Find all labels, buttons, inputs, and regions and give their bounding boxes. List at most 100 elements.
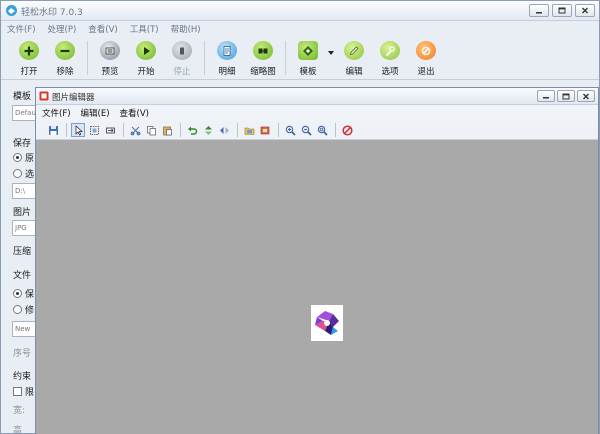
- exit-icon: [421, 46, 431, 55]
- undo-icon: [187, 126, 197, 135]
- rename-radio[interactable]: [13, 305, 22, 314]
- close-icon: [583, 93, 589, 99]
- toolbar-separator: [204, 41, 205, 75]
- pointer-tool-button[interactable]: [71, 123, 85, 137]
- edit-label: 编辑: [345, 67, 363, 77]
- save-choose-label: 选: [25, 170, 35, 180]
- app-title: 轻松水印 7.0.3: [21, 8, 83, 18]
- toolbar-separator: [66, 123, 67, 137]
- menu-help[interactable]: 帮助(H): [171, 23, 201, 35]
- flip-horizontal-button[interactable]: [217, 123, 231, 137]
- pointer-icon: [75, 124, 83, 135]
- image-editor-toolbar: [36, 121, 598, 140]
- remove-label: 移除: [56, 67, 74, 77]
- preview-label: 预览: [101, 67, 119, 77]
- image-editor-icon: [39, 91, 49, 101]
- save-original-label: 原: [25, 154, 35, 164]
- minimize-button[interactable]: [529, 4, 549, 17]
- delete-icon: [341, 124, 353, 136]
- close-button[interactable]: [575, 4, 595, 17]
- options-button[interactable]: 选项: [372, 39, 408, 77]
- select-tool-button[interactable]: [87, 123, 101, 137]
- zoom-in-button[interactable]: [283, 123, 297, 137]
- exit-button[interactable]: 退出: [408, 39, 444, 77]
- close-icon: [582, 7, 588, 14]
- stop-button[interactable]: 停止: [164, 39, 200, 77]
- toolbar-separator: [285, 41, 286, 75]
- delete-button[interactable]: [340, 123, 354, 137]
- watermark-image[interactable]: [311, 305, 343, 341]
- open-button[interactable]: 打开: [11, 39, 47, 77]
- save-section-label: 保存: [13, 139, 32, 149]
- save-original-radio[interactable]: [13, 153, 22, 162]
- copy-button[interactable]: [144, 123, 158, 137]
- paste-button[interactable]: [160, 123, 174, 137]
- template-dropdown[interactable]: [326, 39, 336, 77]
- preview-button[interactable]: 预览: [92, 39, 128, 77]
- zoom-out-button[interactable]: [299, 123, 313, 137]
- cut-icon: [130, 126, 140, 135]
- zoom-fit-button[interactable]: [315, 123, 329, 137]
- template-button[interactable]: 模板: [290, 39, 326, 77]
- template-label: 模板: [299, 67, 317, 77]
- menu-view[interactable]: 查看(V): [88, 23, 117, 35]
- minimize-icon: [536, 11, 542, 13]
- editor-menu-edit[interactable]: 编辑(E): [81, 107, 110, 119]
- minimize-icon: [543, 97, 549, 99]
- flip-vertical-button[interactable]: [201, 123, 215, 137]
- open-image-button[interactable]: [242, 123, 256, 137]
- save-icon: [48, 125, 58, 135]
- thumbnail-button[interactable]: 缩略图: [245, 39, 281, 77]
- rename-label: 修: [25, 306, 35, 316]
- image-canvas[interactable]: [36, 140, 598, 434]
- select-icon: [89, 125, 99, 135]
- flip-horizontal-icon: [219, 126, 229, 134]
- watermark-app-icon: [6, 5, 17, 16]
- zoom-fit-icon: [317, 125, 328, 136]
- maximize-icon: [562, 93, 570, 99]
- wrench-icon: [386, 45, 395, 56]
- stop-icon: [180, 47, 184, 54]
- zoom-out-icon: [301, 125, 312, 136]
- details-label: 明细: [218, 67, 236, 77]
- editor-save-button[interactable]: [46, 123, 60, 137]
- cut-button[interactable]: [128, 123, 142, 137]
- editor-minimize-button[interactable]: [537, 90, 555, 102]
- height-label: 高: [13, 426, 23, 434]
- paste-icon: [162, 126, 172, 135]
- edit-button[interactable]: 编辑: [336, 39, 372, 77]
- watermark-logo-icon: [315, 311, 339, 335]
- editor-menu-file[interactable]: 文件(F): [42, 107, 71, 119]
- add-image-button[interactable]: [258, 123, 272, 137]
- start-button[interactable]: 开始: [128, 39, 164, 77]
- image-editor-title: 图片编辑器: [52, 93, 95, 103]
- undo-button[interactable]: [185, 123, 199, 137]
- copy-icon: [146, 125, 156, 135]
- title-bar: 轻松水印 7.0.3: [1, 1, 599, 21]
- details-button[interactable]: 明细: [209, 39, 245, 77]
- thumbnail-icon: [258, 48, 268, 53]
- keep-name-radio[interactable]: [13, 289, 22, 298]
- document-icon: [223, 45, 231, 56]
- menu-process[interactable]: 处理(P): [48, 23, 77, 35]
- save-choose-radio[interactable]: [13, 169, 22, 178]
- limit-size-checkbox[interactable]: [13, 387, 22, 396]
- image-add-icon: [260, 126, 269, 134]
- remove-button[interactable]: 移除: [47, 39, 83, 77]
- exit-label: 退出: [417, 67, 435, 77]
- template-section-label: 模板: [13, 92, 32, 102]
- editor-close-button[interactable]: [577, 90, 595, 102]
- pencil-icon: [349, 45, 359, 55]
- rotate-icon: [105, 127, 115, 133]
- image-editor-window: 图片编辑器 文件(F) 编辑(E) 查看(V): [35, 87, 599, 434]
- menu-file[interactable]: 文件(F): [7, 23, 36, 35]
- plus-icon: [24, 46, 34, 55]
- minus-icon: [60, 49, 70, 52]
- maximize-button[interactable]: [552, 4, 572, 17]
- editor-menu-view[interactable]: 查看(V): [120, 107, 149, 119]
- keep-name-label: 保: [25, 290, 35, 300]
- editor-maximize-button[interactable]: [557, 90, 575, 102]
- file-section-label: 文件: [13, 271, 32, 281]
- menu-tools[interactable]: 工具(T): [130, 23, 159, 35]
- rotate-tool-button[interactable]: [103, 123, 117, 137]
